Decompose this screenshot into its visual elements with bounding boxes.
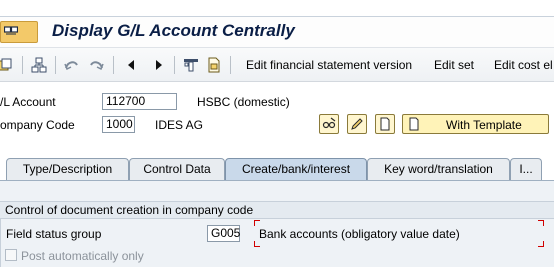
group-title: Control of document creation in company … (5, 203, 254, 217)
gl-account-description: HSBC (domestic) (197, 95, 290, 109)
post-automatically-label: Post automatically only (21, 249, 144, 263)
document-icon[interactable] (206, 57, 222, 73)
hierarchy-icon[interactable] (31, 57, 47, 73)
tab-more[interactable]: I... (510, 158, 542, 180)
glasses-pencil-icon (322, 117, 336, 129)
group-header: Control of document creation in company … (0, 201, 554, 219)
previous-object-icon[interactable] (64, 57, 80, 73)
glasses-icon (4, 26, 18, 35)
toolbar-separator (55, 56, 56, 74)
field-status-group-label: Field status group (6, 227, 102, 241)
blank-document-icon (380, 117, 390, 131)
gl-account-field[interactable]: 112700 (102, 93, 177, 110)
required-marker (254, 220, 260, 226)
edit-fsv-button[interactable]: Edit financial statement version (246, 58, 412, 72)
transaction-icon (0, 21, 38, 43)
post-automatically-checkbox[interactable] (5, 249, 17, 261)
tab-strip: Type/Description Control Data Create/ban… (0, 158, 554, 180)
command-strip (0, 0, 554, 17)
title-bar: Display G/L Account Centrally (0, 17, 554, 47)
group-frame (0, 219, 1, 267)
company-code-label: ompany Code (0, 118, 75, 132)
required-marker (538, 241, 544, 247)
arrow-left-icon[interactable] (124, 57, 140, 73)
required-marker (538, 220, 544, 226)
other-object-icon[interactable] (0, 57, 12, 73)
with-template-button[interactable]: With Template (402, 114, 549, 134)
arrow-right-icon[interactable] (150, 57, 166, 73)
toolbar-separator (22, 56, 23, 74)
company-name: IDES AG (155, 118, 204, 132)
required-marker (254, 241, 260, 247)
application-toolbar: Edit financial statement version Edit se… (0, 47, 554, 82)
field-status-group-text: Bank accounts (obligatory value date) (259, 227, 460, 241)
tab-create-bank-interest[interactable]: Create/bank/interest (225, 158, 367, 180)
toolbar-separator (113, 56, 114, 74)
page-title: Display G/L Account Centrally (52, 21, 295, 40)
with-template-label: With Template (446, 118, 522, 132)
tab-keyword-translation[interactable]: Key word/translation (367, 158, 510, 180)
change-button[interactable] (347, 114, 367, 134)
tab-type-description[interactable]: Type/Description (6, 158, 129, 180)
edit-cost-element-button[interactable]: Edit cost el (494, 58, 553, 72)
pencil-icon (351, 118, 363, 130)
gl-account-label: /L Account (0, 95, 56, 109)
create-button[interactable] (375, 114, 395, 134)
toolbar-separator (174, 56, 175, 74)
tab-control-data[interactable]: Control Data (129, 158, 225, 180)
template-document-icon (409, 117, 419, 131)
company-code-field[interactable]: 1000 (102, 116, 135, 133)
field-status-group-field[interactable]: G005 (207, 225, 240, 242)
check-table-icon[interactable] (183, 57, 199, 73)
next-object-icon[interactable] (88, 57, 104, 73)
display-edit-toggle-button[interactable] (319, 114, 339, 134)
toolbar-separator (230, 56, 231, 74)
edit-set-button[interactable]: Edit set (434, 58, 474, 72)
